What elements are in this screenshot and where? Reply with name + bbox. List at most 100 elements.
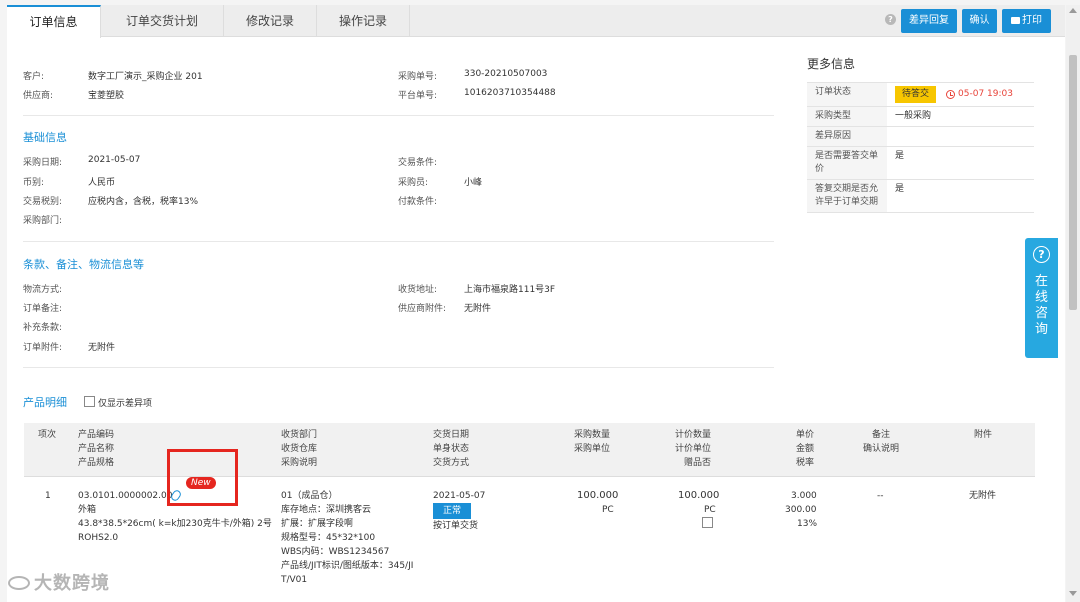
- order-detail-frame: 订单信息 订单交货计划 修改记录 操作记录 ? 差异回复 确认 打印 客户: 数…: [7, 5, 1065, 602]
- order-attach-label: 订单附件:: [23, 343, 63, 353]
- more-value: 是: [895, 184, 905, 194]
- row-product-line-2: T/V01: [281, 575, 308, 585]
- row-idx: 1: [45, 491, 51, 501]
- tab-order-info[interactable]: 订单信息: [7, 5, 101, 38]
- row-amount: 300.00: [785, 505, 817, 515]
- platform-value: 1016203710354488: [464, 88, 556, 98]
- more-row-price: 是否需要答交单价 是: [807, 147, 1034, 180]
- col-amount: 金额: [796, 444, 815, 454]
- gift-checkbox[interactable]: [702, 517, 713, 528]
- basic-info-title: 基础信息: [23, 131, 67, 144]
- col-note: 备注: [872, 430, 891, 440]
- supplier-attach-value: 无附件: [464, 304, 492, 314]
- tab-delivery-plan[interactable]: 订单交货计划: [101, 5, 224, 37]
- col-rate: 税率: [796, 458, 815, 468]
- customer-value: 数字工厂演示_采购企业 201: [88, 72, 203, 82]
- clock-icon: [946, 90, 956, 99]
- row-dept: 01（成品仓）: [281, 491, 338, 501]
- row-code: 03.0101.0000002.00: [78, 491, 173, 501]
- online-consult-label: 在线咨询: [1025, 274, 1058, 338]
- buyer-label: 采购员:: [398, 178, 429, 188]
- confirm-button[interactable]: 确认: [962, 9, 997, 33]
- currency-value: 人民币: [88, 178, 116, 188]
- tab-change-log[interactable]: 修改记录: [224, 5, 317, 37]
- row-qty: 100.000: [577, 490, 619, 501]
- online-consult-button[interactable]: ? 在线咨询: [1025, 238, 1058, 358]
- scroll-thumb[interactable]: [1069, 55, 1077, 310]
- row-price: 3.000: [791, 491, 817, 501]
- supplier-label: 供应商:: [23, 91, 54, 101]
- row-status-badge: 正常: [433, 503, 472, 519]
- order-attach-value: 无附件: [88, 343, 116, 353]
- more-row-diff: 差异原因: [807, 127, 1034, 147]
- row-rohs: ROHS2.0: [78, 533, 119, 543]
- more-key: 答复交期是否允许早于订单交期: [807, 180, 887, 212]
- col-price: 单价: [796, 430, 815, 440]
- address-value: 上海市福泉路111号3F: [464, 285, 556, 295]
- divider: [23, 367, 774, 368]
- col-warehouse: 收货仓库: [281, 444, 318, 454]
- col-attach: 附件: [974, 430, 993, 440]
- more-key: 差异原因: [807, 127, 887, 146]
- print-button[interactable]: 打印: [1002, 9, 1051, 33]
- product-detail-title: 产品明细: [23, 396, 67, 409]
- po-value: 330-20210507003: [464, 69, 548, 79]
- col-qty: 采购数量: [574, 430, 611, 440]
- order-remark-label: 订单备注:: [23, 304, 63, 314]
- watermark-text: 大数跨境: [34, 573, 110, 594]
- row-unit: PC: [602, 505, 614, 515]
- col-desc: 采购说明: [281, 458, 318, 468]
- col-idx: 项次: [38, 430, 57, 440]
- logistics-label: 物流方式:: [23, 285, 63, 295]
- consult-char: 咨: [1034, 306, 1048, 321]
- highlight-box: [167, 449, 238, 506]
- scrollbar[interactable]: [1066, 5, 1080, 602]
- status-time: 05-07 19:03: [958, 89, 1013, 99]
- row-ext: 扩展：扩展字段啊: [281, 519, 354, 529]
- only-diff-checkbox[interactable]: [84, 396, 95, 407]
- more-value: 一般采购: [895, 111, 932, 121]
- scroll-up-icon[interactable]: [1069, 8, 1077, 13]
- col-method: 交货方式: [433, 458, 470, 468]
- print-label: 打印: [1022, 15, 1042, 26]
- watermark: 大数跨境: [8, 569, 110, 595]
- printer-icon: [1011, 17, 1020, 24]
- diff-reply-button[interactable]: 差异回复: [901, 9, 957, 33]
- more-value: [887, 127, 1034, 146]
- col-spec: 产品规格: [78, 458, 115, 468]
- tab-bar: 订单信息 订单交货计划 修改记录 操作记录 ? 差异回复 确认 打印: [7, 5, 1065, 38]
- supplier-value: 宝菱塑胶: [88, 91, 125, 101]
- more-value: 是: [895, 151, 905, 161]
- help-icon[interactable]: ?: [885, 14, 896, 25]
- col-unit: 采购单位: [574, 444, 611, 454]
- terms-title: 条款、备注、物流信息等: [23, 258, 144, 271]
- payment-label: 付款条件:: [398, 197, 438, 207]
- tab-operation-log[interactable]: 操作记录: [317, 5, 410, 37]
- buyer-value: 小峰: [464, 178, 483, 188]
- col-dept: 收货部门: [281, 430, 318, 440]
- more-row-type: 采购类型 一般采购: [807, 107, 1034, 127]
- supplier-attach-label: 供应商附件:: [398, 304, 447, 314]
- col-gift: 赠品否: [684, 458, 712, 468]
- row-price-unit: PC: [704, 505, 716, 515]
- row-wbs: WBS内码：WBS1234567: [281, 547, 390, 557]
- col-code: 产品编码: [78, 430, 115, 440]
- scroll-down-icon[interactable]: [1069, 591, 1077, 596]
- more-row-status: 订单状态 待答交 05-07 19:03: [807, 83, 1034, 107]
- row-product-line: 产品线/JIT标识/图纸版本：345/JI: [281, 561, 414, 571]
- more-info-table: 订单状态 待答交 05-07 19:03 采购类型 一般采购 差异原因 是否需要答…: [807, 82, 1034, 213]
- row-method: 按订单交货: [433, 521, 479, 531]
- row-spec: 43.8*38.5*26cm( k=k加230克牛卡/外箱) 2号: [78, 519, 272, 529]
- divider: [23, 115, 774, 116]
- col-confirm: 确认说明: [863, 444, 900, 454]
- row-price-qty: 100.000: [678, 490, 720, 501]
- purchase-dept-label: 采购部门:: [23, 216, 63, 226]
- more-key: 是否需要答交单价: [807, 147, 887, 179]
- consult-char: 线: [1034, 290, 1048, 305]
- extra-terms-label: 补充条款:: [23, 323, 63, 333]
- more-key: 订单状态: [807, 83, 887, 106]
- row-model: 规格型号：45*32*100: [281, 533, 376, 543]
- col-price-qty: 计价数量: [675, 430, 712, 440]
- purchase-date-label: 采购日期:: [23, 158, 63, 168]
- watermark-logo-icon: [8, 576, 30, 590]
